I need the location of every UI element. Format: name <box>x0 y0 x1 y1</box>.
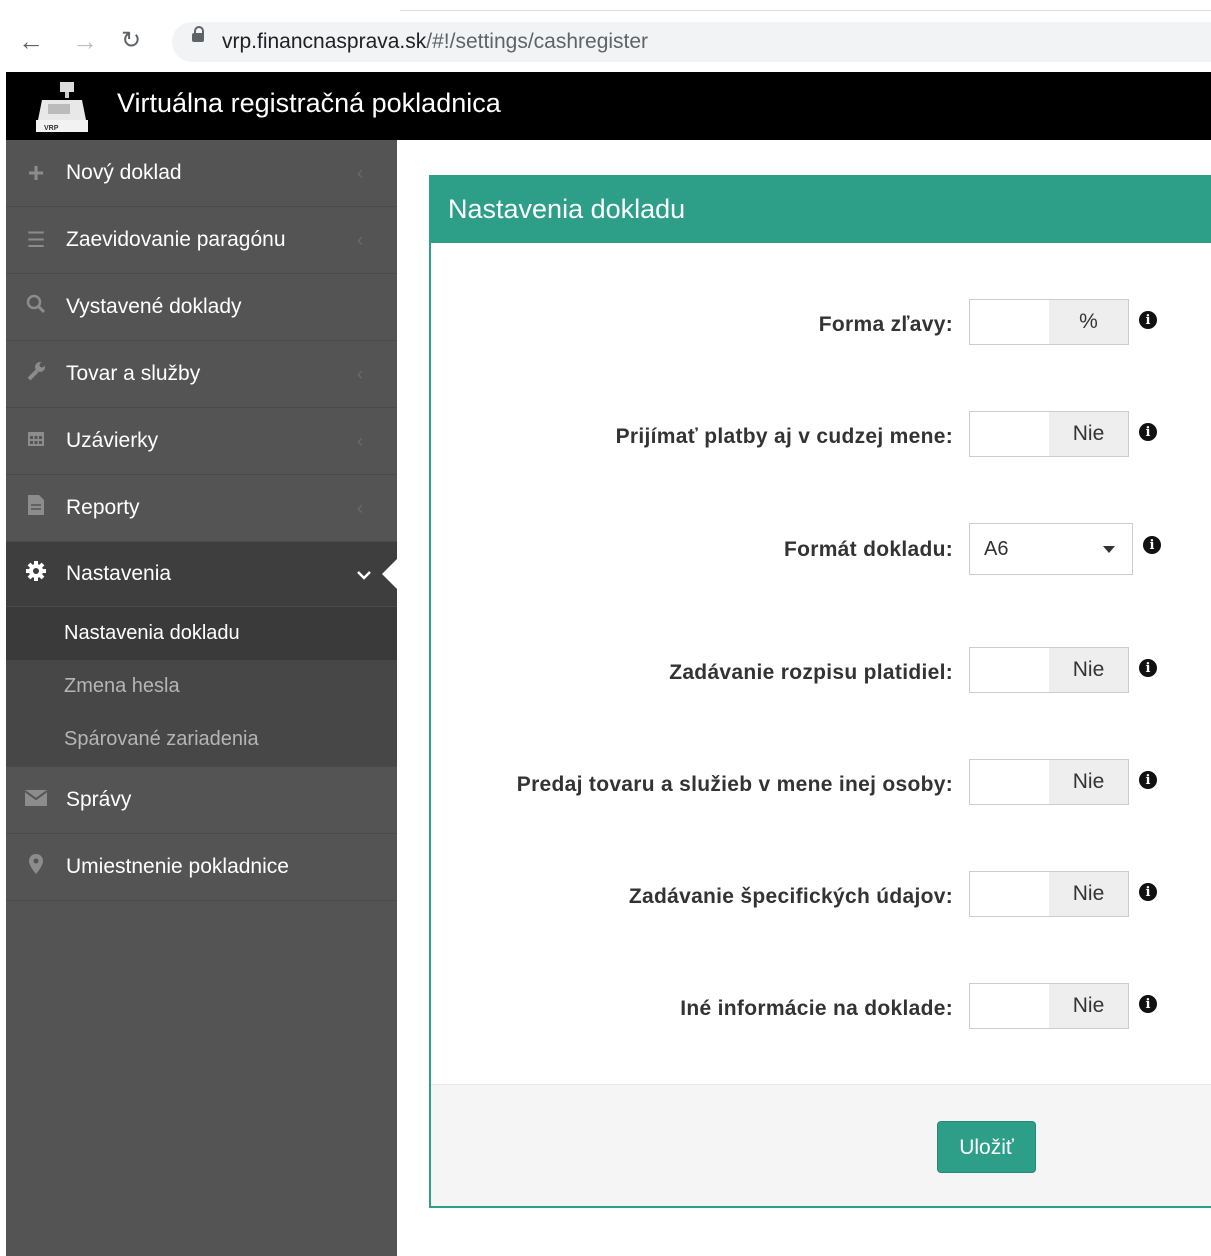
tab-strip-edge <box>400 0 1211 11</box>
sidebar-item-label: Vystavené doklady <box>66 295 242 318</box>
sidebar-item-umiestnenie-pokladnice[interactable]: Umiestnenie pokladnice <box>6 834 397 901</box>
sidebar-item-label: Tovar a služby <box>66 362 201 385</box>
sidebar-item-label: Reporty <box>66 496 140 519</box>
toggle-value: Nie <box>1049 872 1128 916</box>
plus-icon: + <box>27 157 45 188</box>
receipt-format-select[interactable]: A6 <box>969 523 1133 575</box>
field-label: Predaj tovaru a služieb v mene inej osob… <box>516 773 953 796</box>
cash-register-logo-icon: VRP <box>36 82 88 132</box>
sidebar-item-uzavierky[interactable]: Uzávierky ‹ <box>6 408 397 475</box>
app-header: VRP Virtuálna registračná pokladnica <box>6 72 1211 140</box>
form-row-format-dokladu: Formát dokladu: A6 i <box>431 523 1211 575</box>
submenu-item-sparovane-zariadenia[interactable]: Spárované zariadenia <box>6 713 397 766</box>
chevron-left-icon: ‹ <box>357 229 363 250</box>
dropdown-arrow-icon <box>1103 546 1115 553</box>
chevron-left-icon: ‹ <box>357 430 363 451</box>
info-icon[interactable]: i <box>1139 423 1157 441</box>
sidebar-item-label: Nový doklad <box>66 161 182 184</box>
settings-panel: Nastavenia dokladu Forma zľavy: % i Prij… <box>429 175 1211 1208</box>
form-row-mene-inej-osoby: Predaj tovaru a služieb v mene inej osob… <box>431 759 1211 807</box>
toggle-value: Nie <box>1049 412 1128 456</box>
field-label: Forma zľavy: <box>818 313 953 336</box>
field-label: Zadávanie rozpisu platidiel: <box>669 661 953 684</box>
chevron-left-icon: ‹ <box>357 162 363 183</box>
settings-submenu: Nastavenia dokladu Zmena hesla Spárované… <box>6 607 397 766</box>
other-info-toggle[interactable]: Nie <box>969 983 1129 1029</box>
sidebar-item-reporty[interactable]: Reporty ‹ <box>6 475 397 542</box>
sidebar-item-zaevidovanie[interactable]: ☰ Zaevidovanie paragónu ‹ <box>6 207 397 274</box>
sidebar-item-label: Nastavenia <box>66 562 172 585</box>
gear-icon <box>6 560 66 588</box>
submenu-item-nastavenia-dokladu[interactable]: Nastavenia dokladu <box>6 607 397 660</box>
info-icon[interactable]: i <box>1139 659 1157 677</box>
url-path: /#!/settings/cashregister <box>426 30 649 53</box>
save-button[interactable]: Uložiť <box>937 1121 1036 1173</box>
url-text: vrp.financnasprava.sk/#!/settings/cashre… <box>222 30 648 54</box>
info-icon[interactable]: i <box>1139 771 1157 789</box>
toggle-value: Nie <box>1049 984 1128 1028</box>
toggle-value: Nie <box>1049 648 1128 692</box>
select-value: A6 <box>984 538 1009 560</box>
lock-icon <box>192 26 204 42</box>
toggle-value: Nie <box>1049 760 1128 804</box>
submenu-item-zmena-hesla[interactable]: Zmena hesla <box>6 660 397 713</box>
svg-text:VRP: VRP <box>44 125 59 132</box>
specific-data-toggle[interactable]: Nie <box>969 871 1129 917</box>
panel-footer: Uložiť <box>431 1084 1211 1206</box>
field-label: Iné informácie na doklade: <box>680 997 953 1020</box>
field-label: Formát dokladu: <box>783 538 953 561</box>
toggle-value: % <box>1049 300 1128 344</box>
browser-toolbar: ← → ↻ vrp.financnasprava.sk/#!/settings/… <box>0 0 1211 72</box>
form-row-rozpis-platidiel: Zadávanie rozpisu platidiel: Nie i <box>431 647 1211 695</box>
back-arrow-icon[interactable]: ← <box>18 28 44 54</box>
info-icon[interactable]: i <box>1143 536 1161 554</box>
search-icon <box>6 294 66 320</box>
sidebar-item-spravy[interactable]: Správy <box>6 766 397 834</box>
payment-breakdown-toggle[interactable]: Nie <box>969 647 1129 693</box>
map-marker-icon <box>6 854 66 880</box>
sidebar-item-label: Zaevidovanie paragónu <box>66 228 286 251</box>
calendar-icon <box>6 428 66 454</box>
sidebar-item-label: Uzávierky <box>66 429 159 452</box>
file-icon <box>6 494 66 522</box>
panel-title: Nastavenia dokladu <box>431 177 1211 243</box>
sidebar-item-label: Správy <box>66 788 132 811</box>
form-row-ine-informacie: Iné informácie na doklade: Nie i <box>431 983 1211 1031</box>
discount-form-toggle[interactable]: % <box>969 299 1129 345</box>
wrench-icon <box>6 361 66 387</box>
field-label: Zadávanie špecifických údajov: <box>628 885 953 908</box>
forward-arrow-icon[interactable]: → <box>72 28 98 54</box>
field-label: Prijímať platby aj v cudzej mene: <box>615 425 953 448</box>
app-title: Virtuálna registračná pokladnica <box>117 88 501 118</box>
sidebar-item-vystavene-doklady[interactable]: Vystavené doklady <box>6 274 397 341</box>
sidebar-item-tovar-a-sluzby[interactable]: Tovar a služby ‹ <box>6 341 397 408</box>
form-row-specificke-udaje: Zadávanie špecifických údajov: Nie i <box>431 871 1211 919</box>
reload-icon[interactable]: ↻ <box>121 28 141 54</box>
info-icon[interactable]: i <box>1139 995 1157 1013</box>
active-indicator-caret <box>382 558 398 590</box>
chevron-left-icon: ‹ <box>357 497 363 518</box>
third-party-sale-toggle[interactable]: Nie <box>969 759 1129 805</box>
sidebar-item-label: Umiestnenie pokladnice <box>66 855 289 878</box>
sidebar-item-novy-doklad[interactable]: + Nový doklad ‹ <box>6 140 397 207</box>
form-row-forma-zlavy: Forma zľavy: % i <box>431 299 1211 347</box>
address-bar[interactable]: vrp.financnasprava.sk/#!/settings/cashre… <box>172 22 1211 62</box>
document-stack-icon: ☰ <box>26 228 46 252</box>
info-icon[interactable]: i <box>1139 883 1157 901</box>
form-row-cudzia-mena: Prijímať platby aj v cudzej mene: Nie i <box>431 411 1211 459</box>
sidebar-item-nastavenia[interactable]: Nastavenia <box>6 542 398 607</box>
info-icon[interactable]: i <box>1139 311 1157 329</box>
foreign-currency-toggle[interactable]: Nie <box>969 411 1129 457</box>
sidebar: + Nový doklad ‹ ☰ Zaevidovanie paragónu … <box>6 140 398 1256</box>
envelope-icon <box>6 788 66 812</box>
chevron-left-icon: ‹ <box>357 363 363 384</box>
url-host: vrp.financnasprava.sk <box>222 30 427 53</box>
